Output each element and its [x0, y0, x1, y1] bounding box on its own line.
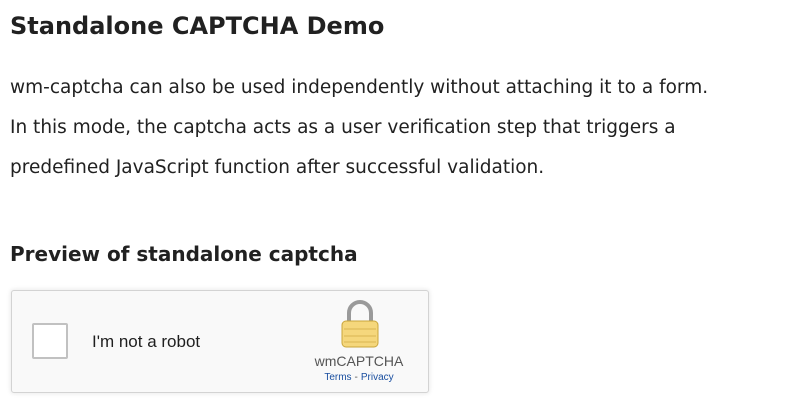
page-description: wm-captcha can also be used independentl… — [10, 68, 795, 188]
section-title: Preview of standalone captcha — [10, 242, 358, 266]
lock-icon — [338, 299, 382, 349]
link-separator: - — [354, 372, 358, 383]
captcha-label: I'm not a robot — [92, 332, 201, 351]
terms-link[interactable]: Terms — [324, 372, 351, 383]
privacy-link[interactable]: Privacy — [361, 372, 394, 383]
captcha-brand: wmCAPTCHA — [314, 353, 404, 369]
description-line: In this mode, the captcha acts as a user… — [10, 117, 676, 138]
page-title: Standalone CAPTCHA Demo — [10, 12, 385, 40]
captcha-logo: wmCAPTCHA Terms - Privacy — [294, 297, 424, 389]
captcha-widget: I'm not a robot wmCAPTCHA Terms - Privacy — [11, 290, 429, 393]
captcha-links: Terms - Privacy — [294, 372, 424, 384]
description-line: wm-captcha can also be used independentl… — [10, 77, 709, 98]
description-line: predefined JavaScript function after suc… — [10, 157, 545, 178]
captcha-checkbox[interactable] — [32, 323, 68, 359]
